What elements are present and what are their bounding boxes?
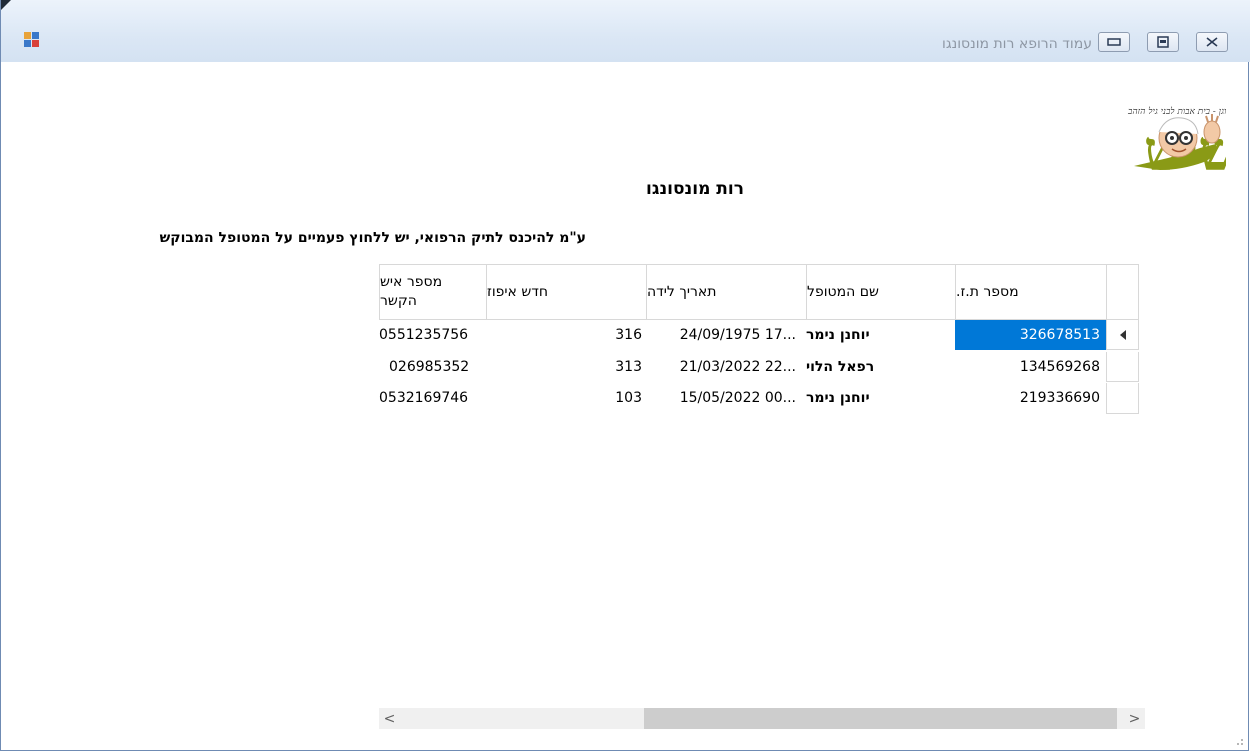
column-header-birth-date[interactable]: תאריך לידה (646, 264, 806, 320)
column-header-contact[interactable]: מספר איש הקשר (379, 264, 486, 320)
row-selector[interactable] (1106, 383, 1139, 414)
horizontal-scrollbar[interactable]: < > (379, 708, 1145, 729)
cell-id[interactable]: 326678513 (955, 320, 1106, 350)
main-window: עמוד הרופא רות מונסונגו דיור מוגן - בית … (0, 0, 1251, 751)
cell-month[interactable]: 103 (486, 383, 646, 413)
cell-birth-date[interactable]: 15/05/2022 00... (646, 383, 806, 413)
scrollbar-thumb[interactable] (644, 708, 1117, 729)
cell-id[interactable]: 134569268 (955, 352, 1106, 382)
column-header-id[interactable]: מספר ת.ז. (955, 264, 1106, 320)
current-row-arrow-icon (1119, 329, 1126, 340)
logo-graphic: דיור מוגן - בית אבות לבני גיל הזהב הקשיש (1127, 106, 1251, 184)
cell-patient-name[interactable]: רפאל הלוי (806, 352, 955, 382)
column-header-month[interactable]: חדש איפוז (486, 264, 646, 320)
cell-patient-name[interactable]: יוחנן נימר (806, 383, 955, 413)
cell-birth-date[interactable]: 24/09/1975 17... (646, 320, 806, 350)
row-selector[interactable] (1106, 320, 1139, 350)
instruction-label: ע"מ להיכנס לתיק הרפואי, יש ללחוץ פעמיים … (159, 230, 586, 246)
title-bar[interactable]: עמוד הרופא רות מונסונגו (1, 0, 1250, 62)
window-title: עמוד הרופא רות מונסונגו (942, 36, 1092, 52)
column-header-contact-line2: הקשר (380, 293, 417, 309)
maximize-icon (1157, 36, 1169, 48)
cell-month[interactable]: 316 (486, 320, 646, 350)
cell-contact[interactable]: 026985352 (379, 352, 486, 382)
resize-grip-icon[interactable] (1234, 736, 1244, 746)
patient-name-heading: רות מונסונגו (646, 179, 744, 199)
cell-id[interactable]: 219336690 (955, 383, 1106, 413)
maximize-button[interactable] (1147, 32, 1179, 52)
scroll-left-arrow-icon[interactable]: < (379, 708, 400, 729)
cell-contact[interactable]: 0551235756 (379, 320, 486, 350)
cell-birth-date[interactable]: 21/03/2022 22... (646, 352, 806, 382)
minimize-icon (1107, 38, 1121, 46)
row-header-corner (1106, 264, 1139, 320)
app-icon (24, 32, 40, 48)
column-header-patient-name[interactable]: שם המטופל (806, 264, 955, 320)
scroll-right-arrow-icon[interactable]: > (1124, 708, 1145, 729)
cell-month[interactable]: 313 (486, 352, 646, 382)
company-logo: דיור מוגן - בית אבות לבני גיל הזהב הקשיש (956, 104, 1251, 184)
close-icon (1206, 37, 1218, 47)
cell-patient-name[interactable]: יוחנן נימר (806, 320, 955, 350)
close-button[interactable] (1196, 32, 1228, 52)
minimize-button[interactable] (1098, 32, 1130, 52)
row-selector[interactable] (1106, 352, 1139, 382)
cell-contact[interactable]: 0532169746 (379, 383, 486, 413)
column-header-contact-line1: מספר איש (380, 274, 443, 290)
